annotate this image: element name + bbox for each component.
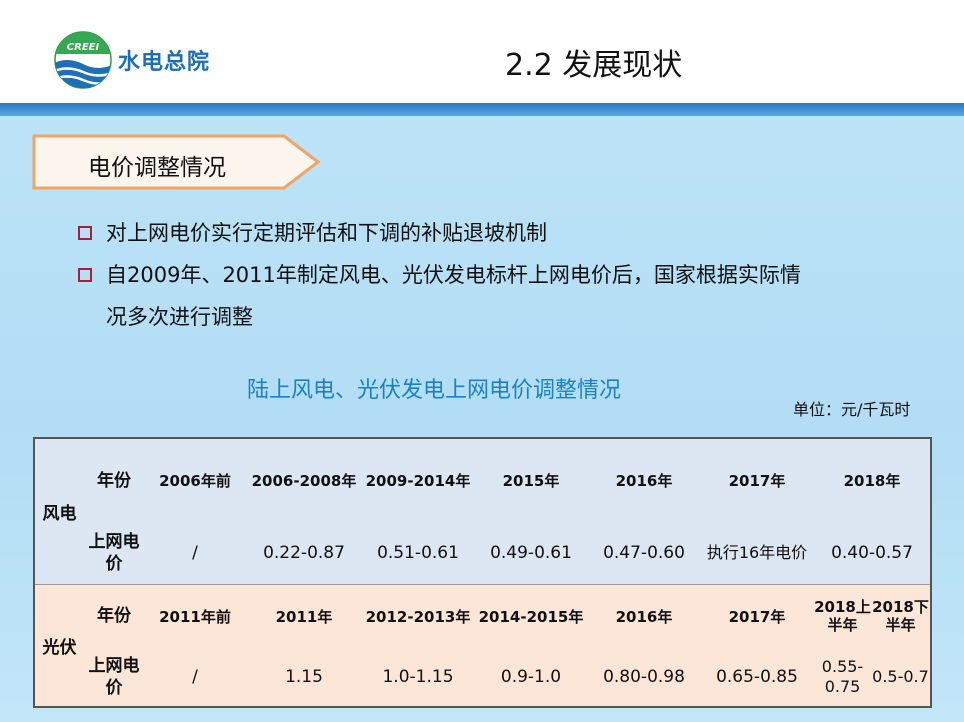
wind-year-cell: 2015年 bbox=[474, 438, 588, 522]
solar-price-cell: 0.65-0.85 bbox=[700, 648, 814, 707]
wind-price-cell: 执行16年电价 bbox=[700, 522, 814, 584]
wind-price-row: 上网电价 / 0.22-0.87 0.51-0.61 0.49-0.61 0.4… bbox=[34, 522, 931, 584]
hollow-square-icon bbox=[78, 226, 92, 240]
wind-year-cell: 2016年 bbox=[588, 438, 700, 522]
wind-year-cell: 2018年 bbox=[814, 438, 931, 522]
header-stripe bbox=[0, 103, 964, 116]
solar-year-cell: 2014-2015年 bbox=[474, 583, 588, 648]
solar-year-cell: 2017年 bbox=[700, 583, 814, 648]
table-title: 陆上风电、光伏发电上网电价调整情况 bbox=[247, 378, 622, 403]
solar-price-cell: / bbox=[144, 648, 246, 707]
wind-label: 风电 bbox=[34, 438, 84, 584]
wind-year-cell: 2009-2014年 bbox=[362, 438, 474, 522]
solar-price-cell: 1.0-1.15 bbox=[362, 648, 474, 707]
bullet-text: 对上网电价实行定期评估和下调的补贴退坡机制 bbox=[106, 221, 547, 245]
wind-price-cell: 0.47-0.60 bbox=[588, 522, 700, 584]
solar-year-row: 光伏 年份 2011年前 2011年 2012-2013年 2014-2015年… bbox=[34, 583, 931, 707]
wind-price-cell: 0.49-0.61 bbox=[474, 522, 588, 584]
solar-price-cell: 1.15 bbox=[246, 648, 362, 707]
solar-year-cell: 2018下半年 bbox=[871, 583, 931, 648]
solar-year-cell: 2012-2013年 bbox=[362, 583, 474, 648]
year-label: 年份 bbox=[84, 583, 144, 648]
creei-logo: CREEI 水电总院 bbox=[52, 30, 222, 90]
bullet-list: 对上网电价实行定期评估和下调的补贴退坡机制 自2009年、2011年制定风电、光… bbox=[76, 212, 936, 338]
solar-year-cell: 2016年 bbox=[588, 583, 700, 648]
bullet-text: 自2009年、2011年制定风电、光伏发电标杆上网电价后，国家根据实际情 bbox=[106, 263, 801, 287]
year-label: 年份 bbox=[84, 438, 144, 522]
slide-header: CREEI 水电总院 2.2 发展现状 bbox=[0, 0, 964, 108]
price-label: 上网电价 bbox=[84, 522, 144, 584]
solar-price-cell: 0.55-0.75 bbox=[814, 648, 871, 707]
unit-label: 单位：元/千瓦时 bbox=[793, 400, 911, 419]
wind-price-cell: 0.40-0.57 bbox=[814, 522, 931, 584]
logo-badge-text: CREEI bbox=[67, 42, 100, 53]
section-tag-label: 电价调整情况 bbox=[88, 155, 226, 181]
hollow-square-icon bbox=[78, 268, 92, 282]
wind-price-cell: 0.22-0.87 bbox=[246, 522, 362, 584]
bullet-continuation: 况多次进行调整 bbox=[76, 296, 936, 338]
tariff-table: 风电 年份 2006年前 2006-2008年 2009-2014年 2015年… bbox=[33, 437, 932, 708]
solar-price-row: 上网电价 / 1.15 1.0-1.15 0.9-1.0 0.80-0.98 0… bbox=[34, 648, 931, 707]
wind-price-cell: / bbox=[144, 522, 246, 584]
solar-year-cell: 2018上半年 bbox=[814, 583, 871, 648]
price-label: 上网电价 bbox=[84, 648, 144, 707]
section-tag: 电价调整情况 bbox=[32, 134, 322, 190]
wind-price-cell: 0.51-0.61 bbox=[362, 522, 474, 584]
bullet-item: 自2009年、2011年制定风电、光伏发电标杆上网电价后，国家根据实际情 bbox=[76, 254, 936, 296]
bullet-text: 况多次进行调整 bbox=[106, 305, 253, 329]
solar-year-cell: 2011年前 bbox=[144, 583, 246, 648]
creei-wave-logo-icon: CREEI bbox=[54, 31, 112, 89]
solar-price-cell: 0.80-0.98 bbox=[588, 648, 700, 707]
wind-year-cell: 2017年 bbox=[700, 438, 814, 522]
solar-year-cell: 2011年 bbox=[246, 583, 362, 648]
wind-year-row: 风电 年份 2006年前 2006-2008年 2009-2014年 2015年… bbox=[34, 438, 931, 584]
slide-title: 2.2 发展现状 bbox=[505, 48, 683, 83]
logo-text: 水电总院 bbox=[118, 50, 211, 75]
solar-label: 光伏 bbox=[34, 583, 84, 707]
solar-price-cell: 0.9-1.0 bbox=[474, 648, 588, 707]
wind-year-cell: 2006-2008年 bbox=[246, 438, 362, 522]
bullet-item: 对上网电价实行定期评估和下调的补贴退坡机制 bbox=[76, 212, 936, 254]
wind-year-cell: 2006年前 bbox=[144, 438, 246, 522]
solar-price-cell: 0.5-0.7 bbox=[871, 648, 931, 707]
